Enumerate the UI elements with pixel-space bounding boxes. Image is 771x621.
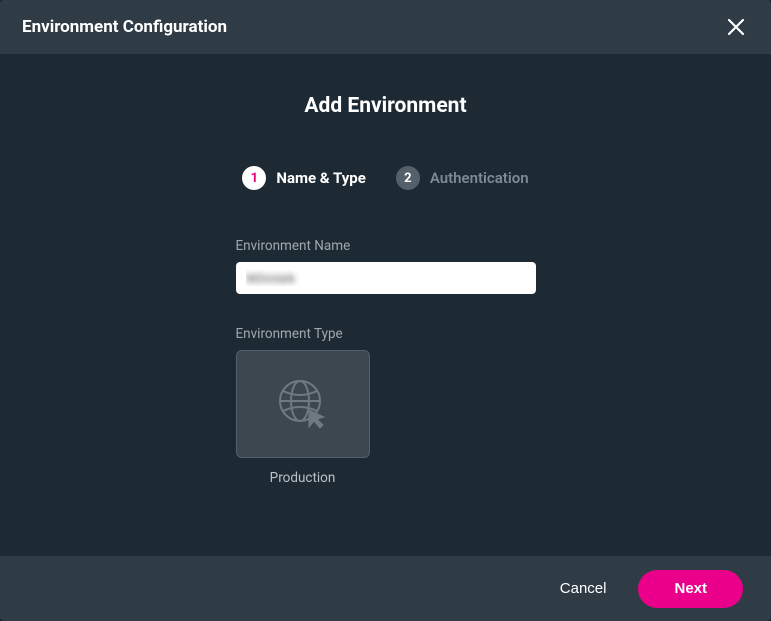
step-label: Name & Type: [276, 169, 365, 187]
environment-type-tile-production[interactable]: [236, 350, 370, 458]
modal-title: Environment Configuration: [22, 17, 227, 37]
body-title: Add Environment: [304, 94, 466, 118]
step-authentication[interactable]: 2 Authentication: [396, 166, 529, 190]
environment-type-section: Environment Type: [236, 326, 536, 486]
environment-name-label: Environment Name: [236, 238, 536, 254]
next-button[interactable]: Next: [638, 570, 743, 608]
close-button[interactable]: [721, 12, 751, 42]
step-name-type[interactable]: 1 Name & Type: [242, 166, 365, 190]
step-number: 1: [242, 166, 266, 190]
modal-header: Environment Configuration: [0, 0, 771, 54]
step-label: Authentication: [430, 169, 529, 187]
modal-footer: Cancel Next: [0, 556, 771, 621]
environment-type-caption: Production: [236, 470, 370, 486]
stepper: 1 Name & Type 2 Authentication: [242, 166, 528, 190]
close-icon: [727, 18, 745, 36]
environment-name-input[interactable]: [236, 262, 536, 294]
cancel-button[interactable]: Cancel: [560, 580, 607, 597]
environment-type-label: Environment Type: [236, 326, 536, 342]
modal-body: Add Environment 1 Name & Type 2 Authenti…: [0, 54, 771, 556]
globe-cursor-icon: [274, 375, 332, 433]
step-number: 2: [396, 166, 420, 190]
environment-config-modal: Environment Configuration Add Environmen…: [0, 0, 771, 621]
form-area: Environment Name Environment Type: [236, 238, 536, 486]
